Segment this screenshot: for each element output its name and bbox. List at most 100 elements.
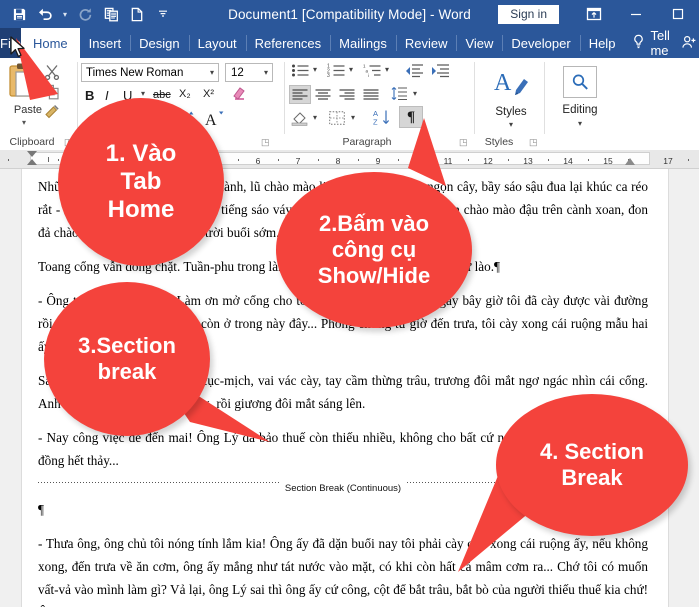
styles-dialog-launcher[interactable]: ◳ (529, 137, 538, 148)
callout-2-line-1: 2.Bấm vào (318, 211, 430, 237)
find-icon[interactable] (563, 66, 597, 98)
right-indent-marker[interactable] (625, 158, 635, 165)
shrink-font-icon[interactable]: A (205, 110, 225, 131)
callout-2-line-2: công cụ (331, 237, 417, 263)
paste-dropdown-caret-icon[interactable]: ▾ (22, 118, 26, 127)
callout-2-bubble: 2.Bấm vào công cụ Show/Hide (276, 172, 472, 328)
copy-format-icon[interactable] (98, 2, 124, 26)
styles-caret-icon[interactable]: ▾ (477, 120, 545, 129)
font-size-combobox[interactable]: 12 ▾ (225, 63, 273, 82)
align-right-icon[interactable] (339, 88, 355, 106)
subscript-button[interactable]: X₂ (179, 88, 191, 100)
hanging-indent-marker[interactable] (27, 159, 37, 165)
tab-mailings[interactable]: Mailings (330, 28, 396, 58)
ruler-tick-7: 7 (295, 156, 301, 166)
tab-references[interactable]: References (245, 28, 330, 58)
shading-icon[interactable] (291, 110, 309, 131)
underline-caret-icon[interactable]: ▾ (141, 89, 145, 98)
paragraph-dialog-launcher[interactable]: ◳ (459, 137, 468, 148)
save-icon[interactable] (6, 2, 32, 26)
sign-in-button[interactable]: Sign in (498, 4, 559, 24)
tab-help[interactable]: Help (579, 28, 625, 58)
lightbulb-icon (632, 34, 645, 52)
sort-icon[interactable]: AZ (373, 109, 391, 131)
font-dialog-launcher[interactable]: ◳ (261, 137, 270, 148)
tab-review[interactable]: Review (395, 28, 457, 58)
tab-strip-right: Tell me Shar (624, 28, 699, 58)
editing-caret-icon[interactable]: ▾ (546, 119, 614, 128)
tell-me-label: Tell me (650, 28, 670, 58)
callout-1-line-3: Home (107, 196, 175, 224)
tab-developer[interactable]: Developer (502, 28, 579, 58)
callout-1-bubble: 1. Vào Tab Home (58, 98, 224, 266)
tell-me-box[interactable]: Tell me (624, 28, 678, 58)
undo-dropdown-caret-icon[interactable]: ▾ (58, 2, 72, 26)
styles-button-label[interactable]: Styles (477, 106, 545, 118)
svg-text:A: A (205, 112, 217, 128)
ruler-tick-15: 15 (603, 156, 613, 166)
ruler-tick-13: 13 (523, 156, 533, 166)
italic-button[interactable]: I (105, 88, 109, 103)
tab-design[interactable]: Design (130, 28, 188, 58)
align-left-icon[interactable] (289, 85, 311, 104)
svg-text:i: i (368, 73, 369, 78)
ruler-tick-14: 14 (563, 156, 573, 166)
bullet-list-caret-icon[interactable]: ▾ (313, 65, 317, 74)
callout-4-bubble: 4. Section Break (496, 394, 688, 536)
font-size-value: 12 (231, 66, 244, 79)
bold-button[interactable]: B (85, 88, 94, 103)
callout-4-line-1: 4. Section (540, 439, 644, 465)
shading-caret-icon[interactable]: ▾ (313, 113, 317, 122)
bullet-list-icon[interactable] (291, 63, 310, 83)
maximize-icon[interactable] (657, 0, 699, 28)
customize-qat-icon[interactable] (150, 2, 176, 26)
font-name-value: Times New Roman (86, 66, 184, 79)
tab-view[interactable]: View (456, 28, 502, 58)
justify-icon[interactable] (363, 88, 379, 106)
clipboard-group-label: Clipboard (9, 136, 55, 148)
svg-text:A: A (494, 70, 512, 96)
callout-3-bubble: 3.Section break (44, 282, 210, 436)
tab-insert[interactable]: Insert (80, 28, 131, 58)
ribbon-display-options-icon[interactable] (573, 0, 615, 28)
section-break-continuous-label: Section Break (Continuous) (280, 477, 406, 500)
word-window: ▾ Document1 [Compatibility Mode] - Word … (0, 0, 699, 607)
decrease-indent-icon[interactable] (405, 63, 424, 83)
ruler-tick-8: 8 (335, 156, 341, 166)
font-name-caret-icon[interactable]: ▾ (210, 68, 214, 77)
styles-group-label: Styles (484, 136, 514, 148)
tab-layout[interactable]: Layout (188, 28, 246, 58)
ruler-tick-9: 9 (375, 156, 381, 166)
align-center-icon[interactable] (315, 88, 331, 106)
numbered-list-caret-icon[interactable]: ▾ (349, 65, 353, 74)
borders-icon[interactable] (329, 111, 345, 130)
ribbon-group-styles: A Styles ▾ Styles ◳ (477, 58, 545, 150)
new-document-icon[interactable] (124, 2, 150, 26)
borders-caret-icon[interactable]: ▾ (351, 113, 355, 122)
multilevel-list-icon[interactable]: 1ai (363, 63, 382, 83)
ruler-tick-6: 6 (255, 156, 261, 166)
quick-access-toolbar: ▾ (0, 2, 176, 26)
superscript-button[interactable]: X² (203, 88, 214, 100)
undo-icon[interactable] (32, 2, 58, 26)
multilevel-list-caret-icon[interactable]: ▾ (385, 65, 389, 74)
minimize-icon[interactable] (615, 0, 657, 28)
share-button[interactable]: Shar (678, 35, 699, 52)
line-spacing-icon[interactable] (391, 86, 408, 106)
numbered-list-icon[interactable]: 123 (327, 63, 346, 83)
line-spacing-caret-icon[interactable]: ▾ (413, 89, 417, 98)
svg-text:Z: Z (373, 118, 378, 127)
font-name-combobox[interactable]: Times New Roman ▾ (81, 63, 219, 82)
clear-formatting-icon[interactable] (231, 86, 249, 105)
callout-1-line-2: Tab (120, 167, 162, 195)
ribbon-tab-strip: File Home Insert Design Layout Reference… (0, 28, 699, 58)
styles-icon[interactable]: A (493, 68, 531, 107)
increase-indent-icon[interactable] (431, 63, 450, 83)
editing-button-label[interactable]: Editing (546, 104, 614, 116)
person-add-icon (682, 35, 697, 52)
first-line-indent-marker[interactable] (27, 151, 37, 157)
redo-icon (72, 2, 98, 26)
font-size-caret-icon[interactable]: ▾ (264, 68, 268, 77)
ruler-tick-12: 12 (483, 156, 493, 166)
callout-3-line-1: 3.Section (78, 333, 176, 359)
